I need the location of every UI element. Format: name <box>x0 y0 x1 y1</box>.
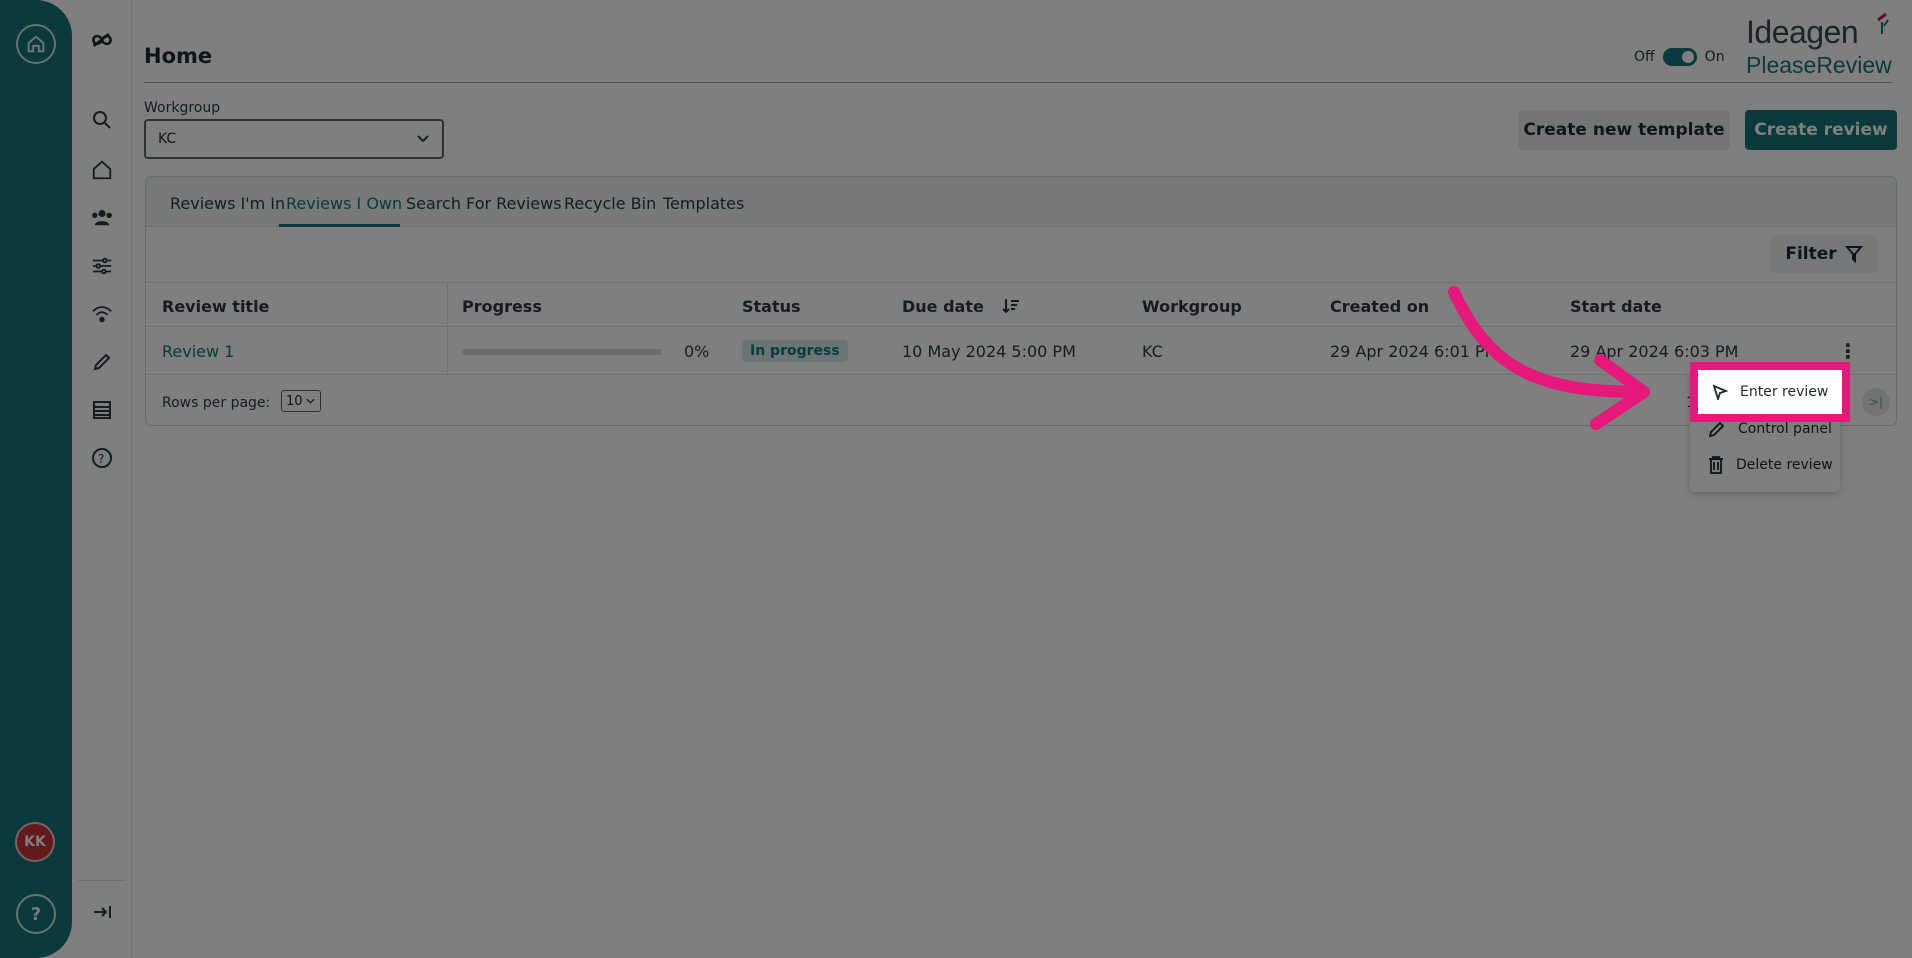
cursor-arrow-icon <box>1712 384 1728 400</box>
dim-overlay <box>0 0 1912 958</box>
enter-review-highlight[interactable]: Enter review <box>1690 362 1850 422</box>
enter-review-menu-item[interactable]: Enter review <box>1712 384 1828 400</box>
enter-review-label: Enter review <box>1740 384 1829 400</box>
